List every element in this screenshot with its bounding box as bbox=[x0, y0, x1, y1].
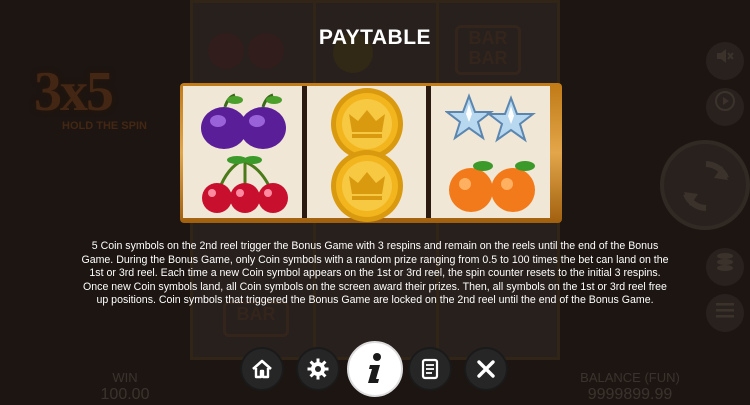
scroll-icon bbox=[421, 358, 439, 380]
reel-2 bbox=[307, 86, 426, 222]
home-icon bbox=[252, 359, 272, 379]
paytable-title: PAYTABLE bbox=[318, 26, 432, 49]
bonus-game-description: 5 Coin symbols on the 2nd reel trigger t… bbox=[81, 240, 669, 307]
reel-1 bbox=[183, 86, 302, 218]
cherry-icon bbox=[202, 156, 288, 213]
home-button[interactable] bbox=[240, 347, 284, 391]
info-button[interactable] bbox=[347, 341, 403, 397]
orange-icon bbox=[449, 161, 535, 212]
coin-crown-icon bbox=[331, 150, 403, 222]
close-button[interactable] bbox=[464, 347, 508, 391]
gear-icon bbox=[307, 358, 329, 380]
paytable-button[interactable] bbox=[408, 347, 452, 391]
settings-button[interactable] bbox=[296, 347, 340, 391]
star-icon bbox=[445, 93, 536, 143]
paytable-reel-frame bbox=[180, 83, 562, 223]
reel-3 bbox=[431, 86, 550, 218]
close-icon bbox=[477, 360, 495, 378]
plum-icon bbox=[201, 93, 286, 149]
info-icon bbox=[368, 353, 381, 383]
